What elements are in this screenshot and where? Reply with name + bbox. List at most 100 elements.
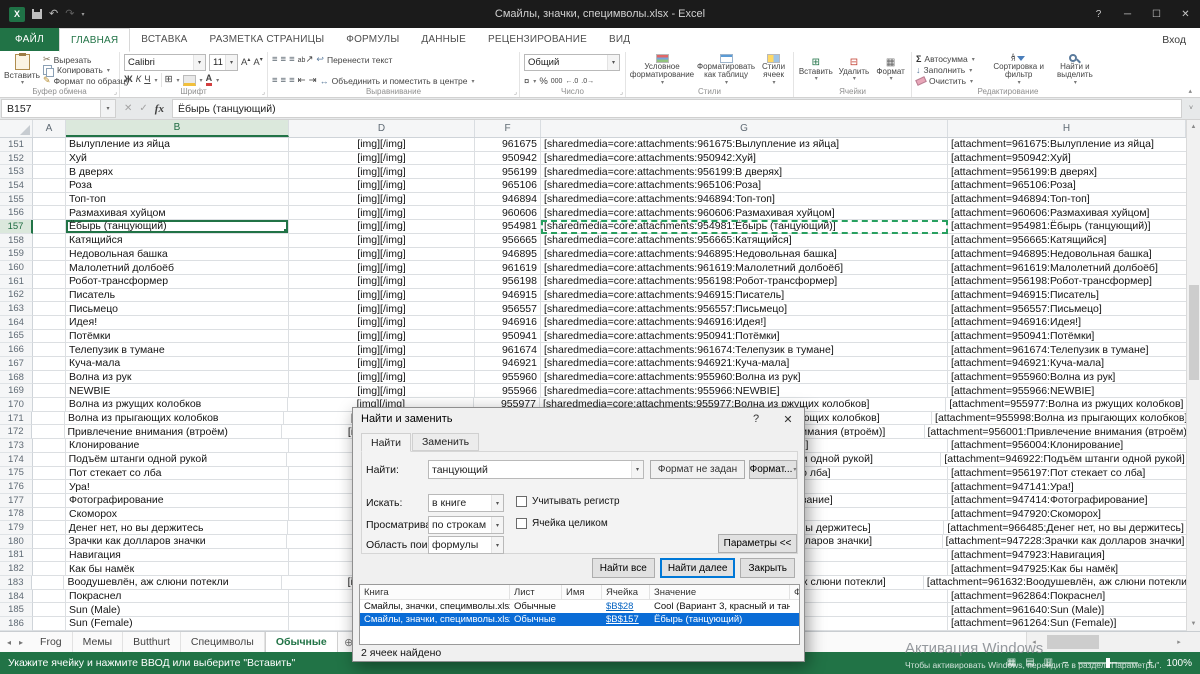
cell-A180[interactable]	[33, 535, 66, 549]
vertical-scrollbar[interactable]: ▲ ▼	[1186, 120, 1200, 631]
cell-D163[interactable]: [img][/img]	[289, 302, 475, 316]
cell-H151[interactable]: [attachment=961675:Вылупление из яйца]	[948, 138, 1186, 152]
tab-home[interactable]: ГЛАВНАЯ	[59, 28, 130, 52]
cell-G161[interactable]: [sharedmedia=core:attachments:956198:Роб…	[541, 275, 948, 289]
row-header-155[interactable]: 155	[0, 193, 33, 207]
cell-A176[interactable]	[33, 480, 66, 494]
row-header-159[interactable]: 159	[0, 248, 33, 262]
cell-A158[interactable]	[33, 234, 66, 248]
cell-G168[interactable]: [sharedmedia=core:attachments:955960:Вол…	[541, 371, 948, 385]
scroll-down-icon[interactable]: ▼	[1187, 617, 1200, 631]
col-cell[interactable]: Ячейка	[602, 585, 650, 599]
row-header-184[interactable]: 184	[0, 590, 33, 604]
zoom-level[interactable]: 100%	[1162, 658, 1192, 669]
close-dialog-button[interactable]: Закрыть	[740, 558, 795, 578]
cell-G169[interactable]: [sharedmedia=core:attachments:955966:NEW…	[541, 384, 948, 398]
cell-A181[interactable]	[33, 549, 66, 563]
cell-D167[interactable]: [img][/img]	[289, 357, 475, 371]
cell-H170[interactable]: [attachment=955977:Волна из ржущих колоб…	[946, 398, 1186, 412]
cell-D154[interactable]: [img][/img]	[289, 179, 475, 193]
cell-B179[interactable]: Денег нет, но вы держитесь	[66, 521, 288, 535]
cell-B170[interactable]: Волна из ржущих колобков	[66, 398, 289, 412]
col-header-B[interactable]: B	[66, 120, 289, 137]
cell-A155[interactable]	[33, 193, 66, 207]
cell-H157[interactable]: [attachment=954981:Ёбырь (танцующий)]	[948, 220, 1186, 234]
italic-button[interactable]: К	[136, 75, 142, 85]
cell-D160[interactable]: [img][/img]	[289, 261, 475, 275]
horizontal-scrollbar-thumb[interactable]	[1047, 635, 1099, 649]
tab-file[interactable]: ФАЙЛ	[0, 28, 59, 51]
cell-B173[interactable]: Клонирование	[66, 439, 289, 453]
format-cells-button[interactable]: ▦Формат▾	[874, 54, 907, 86]
cell-B166[interactable]: Телепузик в тумане	[66, 343, 289, 357]
align-top-icon[interactable]: ≡	[272, 55, 278, 65]
align-center-icon[interactable]: ≡	[281, 76, 287, 86]
alignment-dialog-launcher-icon[interactable]: ⌟	[514, 88, 517, 96]
row-header-153[interactable]: 153	[0, 165, 33, 179]
underline-button[interactable]: Ч	[144, 75, 150, 85]
cell-B168[interactable]: Волна из рук	[66, 371, 289, 385]
shrink-font-button[interactable]: А▾	[253, 57, 262, 68]
increase-indent-icon[interactable]: ⇥	[309, 76, 317, 86]
cell-H154[interactable]: [attachment=965106:Роза]	[948, 179, 1186, 193]
cell-H168[interactable]: [attachment=955960:Волна из рук]	[948, 371, 1186, 385]
cell-A159[interactable]	[33, 248, 66, 262]
row-header-171[interactable]: 171	[0, 412, 32, 426]
format-as-table-button[interactable]: Форматировать как таблицу▾	[697, 54, 755, 86]
row-header-166[interactable]: 166	[0, 343, 33, 357]
cell-F163[interactable]: 956557	[475, 302, 541, 316]
orientation-icon[interactable]: ab↗	[298, 55, 314, 65]
zoom-slider-thumb[interactable]	[1106, 658, 1110, 668]
cell-H177[interactable]: [attachment=947414:Фотографирование]	[948, 494, 1186, 508]
cell-H153[interactable]: [attachment=956199:В дверях]	[948, 165, 1186, 179]
col-header-G[interactable]: G	[541, 120, 948, 137]
grow-font-button[interactable]: А▴	[241, 57, 250, 68]
col-header-D[interactable]: D	[289, 120, 475, 137]
cell-F164[interactable]: 946916	[475, 316, 541, 330]
row-header-183[interactable]: 183	[0, 576, 32, 590]
cell-B151[interactable]: Вылупление из яйца	[66, 138, 289, 152]
cell-H167[interactable]: [attachment=946921:Куча-мала]	[948, 357, 1186, 371]
row-header-169[interactable]: 169	[0, 384, 33, 398]
cell-A167[interactable]	[33, 357, 66, 371]
find-result-row[interactable]: Смайлы, значки, специмволы.xlsxОбычные$B…	[360, 613, 799, 626]
cell-B153[interactable]: В дверях	[66, 165, 289, 179]
row-header-165[interactable]: 165	[0, 330, 33, 344]
tab-page-layout[interactable]: РАЗМЕТКА СТРАНИЦЫ	[199, 28, 336, 51]
cell-B155[interactable]: Топ-топ	[66, 193, 289, 207]
cell-A156[interactable]	[33, 206, 66, 220]
cell-G155[interactable]: [sharedmedia=core:attachments:946894:Топ…	[541, 193, 948, 207]
cell-B161[interactable]: Робот-трансформер	[66, 275, 289, 289]
cell-A170[interactable]	[33, 398, 66, 412]
dialog-help-icon[interactable]: ?	[740, 409, 772, 430]
cell-H172[interactable]: [attachment=956001:Привлечение внимания …	[925, 425, 1187, 439]
tab-review[interactable]: РЕЦЕНЗИРОВАНИЕ	[477, 28, 598, 51]
col-sheet[interactable]: Лист	[510, 585, 562, 599]
cell-G158[interactable]: [sharedmedia=core:attachments:956665:Кат…	[541, 234, 948, 248]
cell-G153[interactable]: [sharedmedia=core:attachments:956199:В д…	[541, 165, 948, 179]
enter-entry-icon[interactable]: ✓	[139, 103, 147, 114]
accounting-format-icon[interactable]: ¤	[524, 77, 529, 87]
col-header-F[interactable]: F	[475, 120, 541, 137]
row-header-179[interactable]: 179	[0, 521, 33, 535]
sheet-tab-specimvoly[interactable]: Специмволы	[181, 632, 265, 652]
find-what-combo[interactable]: танцующий▾	[428, 460, 644, 479]
cell-H166[interactable]: [attachment=961674:Телепузик в тумане]	[948, 343, 1186, 357]
cell-F169[interactable]: 955966	[475, 384, 541, 398]
row-header-180[interactable]: 180	[0, 535, 33, 549]
row-header-152[interactable]: 152	[0, 152, 33, 166]
cell-F162[interactable]: 946915	[475, 289, 541, 303]
cell-H182[interactable]: [attachment=947925:Как бы намёк]	[948, 562, 1186, 576]
row-header-186[interactable]: 186	[0, 617, 33, 631]
cell-A177[interactable]	[33, 494, 66, 508]
cell-B167[interactable]: Куча-мала	[66, 357, 289, 371]
tab-view[interactable]: ВИД	[598, 28, 641, 51]
cell-B180[interactable]: Зрачки как долларов значки	[66, 535, 288, 549]
format-painter-button[interactable]: ✎Формат по образцу	[43, 75, 130, 86]
cell-H173[interactable]: [attachment=956004:Клонирование]	[948, 439, 1186, 453]
cell-D165[interactable]: [img][/img]	[289, 330, 475, 344]
tab-find[interactable]: Найти	[361, 433, 411, 452]
cell-B184[interactable]: Покраснел	[66, 590, 289, 604]
cell-G167[interactable]: [sharedmedia=core:attachments:946921:Куч…	[541, 357, 948, 371]
match-entire-cell-checkbox[interactable]: Ячейка целиком	[516, 518, 608, 529]
